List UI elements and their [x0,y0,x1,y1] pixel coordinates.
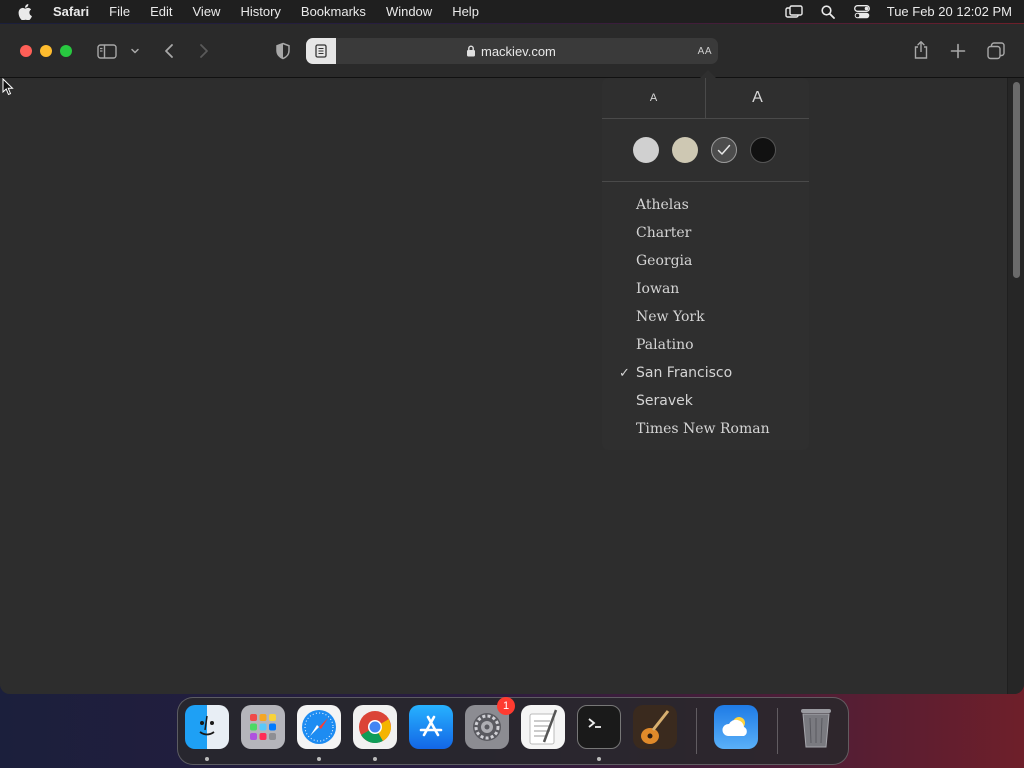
dock-separator [777,708,778,754]
menu-bar: Safari File Edit View History Bookmarks … [0,0,1024,23]
lock-icon [466,45,476,57]
back-chevron-icon[interactable] [160,41,178,61]
tab-overview-icon[interactable] [985,40,1007,62]
menu-bookmarks[interactable]: Bookmarks [301,4,366,19]
safari-icon[interactable] [297,705,341,749]
finder-icon[interactable] [185,705,229,749]
control-center-icon[interactable] [851,4,873,19]
textedit-icon[interactable] [521,705,565,749]
text-size-aa-button[interactable]: AA [698,38,712,64]
reader-appearance-popover: A A Athelas Charter Georgia Iowan New Yo… [602,70,809,450]
menu-edit[interactable]: Edit [150,4,172,19]
checkmark-icon [717,144,731,155]
terminal-icon[interactable] [577,705,621,749]
mouse-pointer-icon [2,77,14,101]
dock-separator [696,708,697,754]
close-window-button[interactable] [20,45,32,57]
minimize-window-button[interactable] [40,45,52,57]
menu-help[interactable]: Help [452,4,479,19]
font-option-san-francisco[interactable]: ✓ San Francisco [602,359,809,387]
privacy-shield-icon[interactable] [273,40,293,62]
font-option-seravek[interactable]: Seravek [602,387,809,415]
theme-swatches [602,119,809,182]
screen-mirroring-icon[interactable] [783,4,805,19]
menu-view[interactable]: View [193,4,221,19]
reader-view-icon[interactable] [306,38,336,64]
theme-gray-swatch[interactable] [711,137,737,163]
terminal-running-dot [597,757,601,761]
menu-file[interactable]: File [109,4,130,19]
tab-group-chevron-down-icon[interactable] [129,43,141,59]
font-option-georgia[interactable]: Georgia [602,247,809,275]
safari-running-dot [317,757,321,761]
theme-sepia-swatch[interactable] [672,137,698,163]
font-option-times-new-roman[interactable]: Times New Roman [602,415,809,443]
app-store-icon[interactable] [409,705,453,749]
font-option-iowan[interactable]: Iowan [602,275,809,303]
decrease-font-size-button[interactable]: A [602,78,706,118]
text-size-controls: A A [602,78,809,119]
font-label: Charter [636,225,692,241]
font-label: San Francisco [636,365,733,381]
theme-night-swatch[interactable] [750,137,776,163]
menu-bar-clock[interactable]: Tue Feb 20 12:02 PM [887,4,1012,19]
scrollbar-track[interactable] [1007,78,1024,694]
font-label: Seravek [636,393,693,409]
chrome-icon[interactable] [353,705,397,749]
font-label: Georgia [636,253,693,269]
system-settings-gear-icon[interactable]: 1 [465,697,515,749]
notification-badge: 1 [497,697,515,715]
forward-chevron-icon[interactable] [195,41,213,61]
garageband-guitar-icon[interactable] [633,705,677,749]
font-label: Palatino [636,337,694,353]
share-icon[interactable] [911,39,931,61]
menu-window[interactable]: Window [386,4,432,19]
safari-window: mackiev.com AA [0,24,1024,694]
font-label: Times New Roman [636,421,770,437]
font-option-athelas[interactable]: Athelas [602,191,809,219]
spotlight-search-icon[interactable] [817,4,839,19]
sidebar-toggle-icon[interactable] [96,41,118,61]
finder-running-dot [205,757,209,761]
chrome-running-dot [373,757,377,761]
font-label: Iowan [636,281,680,297]
font-option-charter[interactable]: Charter [602,219,809,247]
increase-font-size-button[interactable]: A [706,78,809,118]
menu-history[interactable]: History [240,4,280,19]
theme-white-swatch[interactable] [633,137,659,163]
url-text: mackiev.com [481,43,556,59]
apple-menu-icon[interactable] [18,3,36,20]
font-label: New York [636,309,705,325]
new-tab-plus-icon[interactable] [948,41,968,61]
menu-bar-status-area: Tue Feb 20 12:02 PM [771,0,1012,23]
selected-checkmark-icon: ✓ [619,365,630,381]
zoom-window-button[interactable] [60,45,72,57]
scrollbar-thumb[interactable] [1013,82,1020,278]
safari-toolbar: mackiev.com AA [0,24,1024,78]
weather-icon[interactable] [714,705,758,749]
launchpad-icon[interactable] [241,705,285,749]
reader-content-area[interactable] [0,78,1024,694]
address-bar[interactable]: mackiev.com AA [306,38,718,64]
font-option-palatino[interactable]: Palatino [602,331,809,359]
font-option-new-york[interactable]: New York [602,303,809,331]
dock: 1 [177,697,849,765]
url-display[interactable]: mackiev.com [466,38,556,64]
font-list: Athelas Charter Georgia Iowan New York P… [602,191,809,443]
font-label: Athelas [636,197,689,213]
trash-icon[interactable] [794,705,838,749]
menu-app-safari[interactable]: Safari [53,4,89,19]
